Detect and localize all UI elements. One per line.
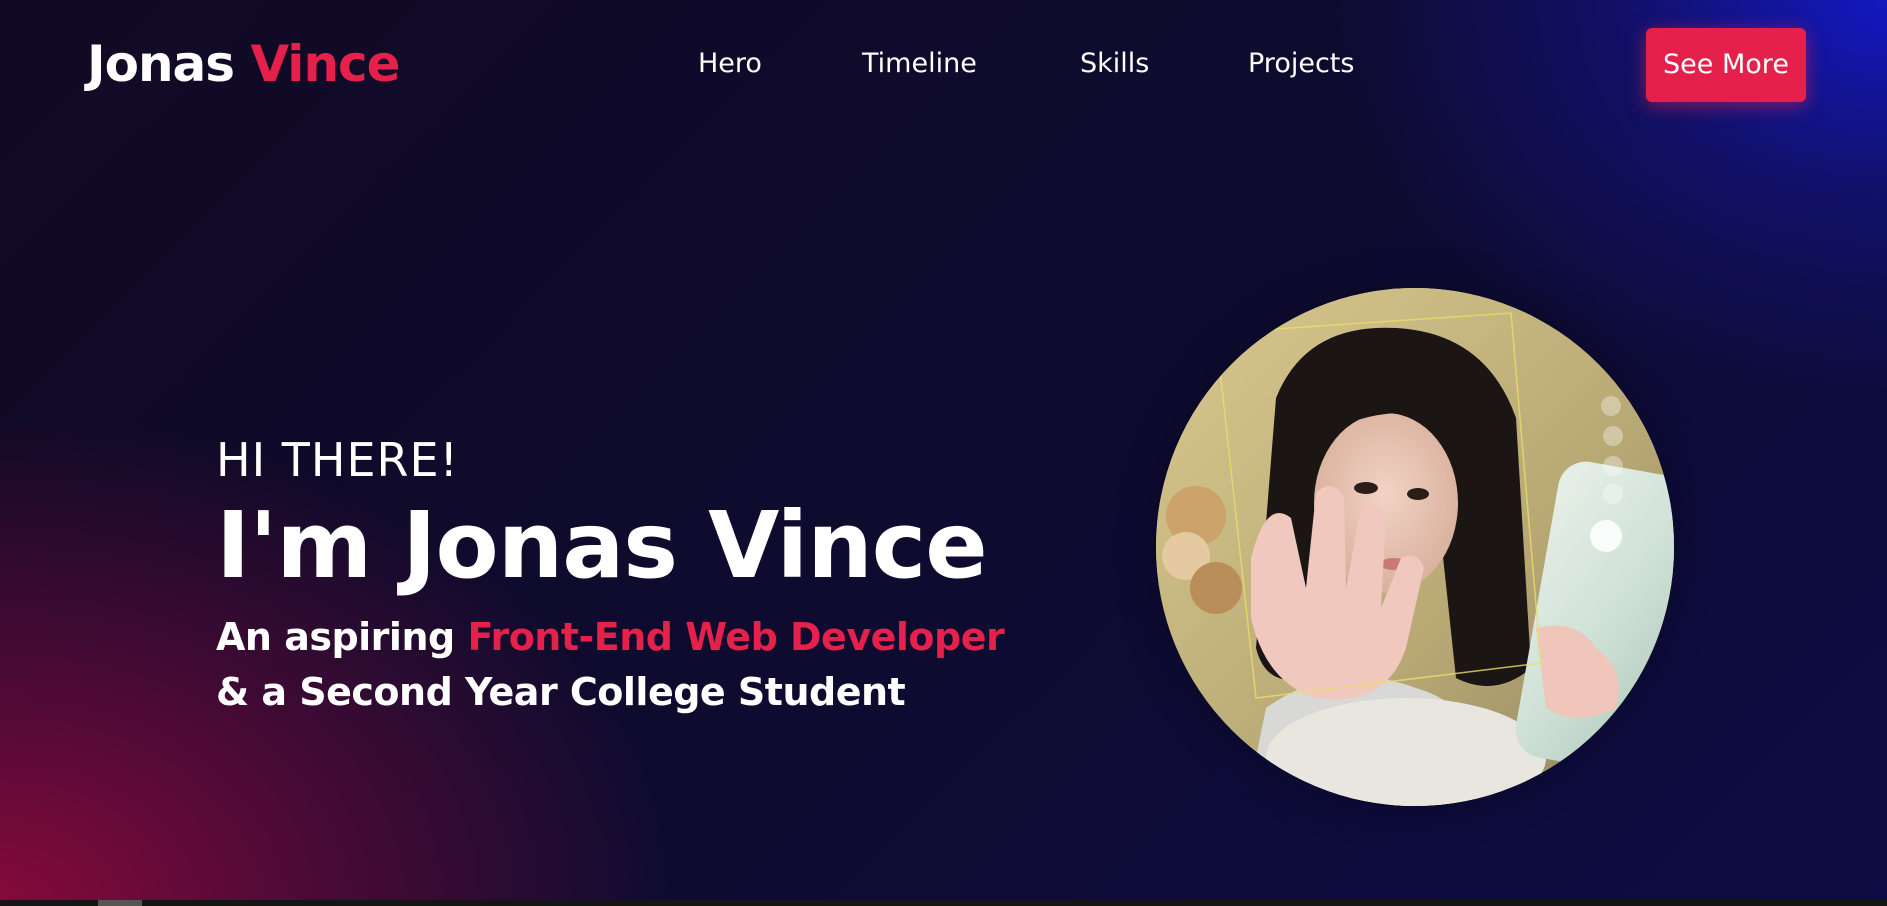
hero-tagline: An aspiring Front-End Web Developer & a S… — [216, 610, 1005, 720]
profile-photo — [1156, 288, 1674, 806]
nav-link-skills[interactable]: Skills — [1080, 46, 1149, 82]
see-more-button[interactable]: See More — [1646, 28, 1806, 102]
nav-link-projects[interactable]: Projects — [1248, 46, 1354, 82]
horizontal-scrollbar[interactable] — [0, 900, 1887, 906]
scrollbar-thumb[interactable] — [98, 900, 142, 906]
tagline-second-line: & a Second Year College Student — [216, 670, 906, 714]
nav-link-hero[interactable]: Hero — [698, 46, 762, 82]
tagline-prefix: An aspiring — [216, 615, 468, 659]
tagline-highlight: Front-End Web Developer — [467, 615, 1005, 659]
hero-greeting: HI THERE! — [216, 433, 459, 487]
profile-photo-illustration — [1156, 288, 1674, 806]
main-nav: Hero Timeline Skills Projects — [0, 0, 1887, 130]
navbar: Jonas Vince Hero Timeline Skills Project… — [0, 0, 1887, 130]
hero-title: I'm Jonas Vince — [216, 492, 988, 599]
nav-link-timeline[interactable]: Timeline — [862, 46, 977, 82]
